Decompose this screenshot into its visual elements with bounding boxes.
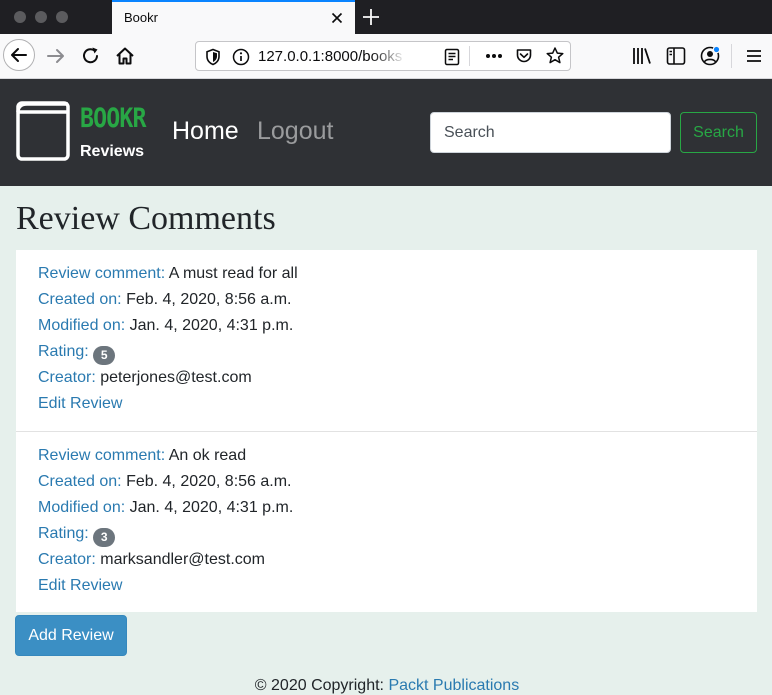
footer: © 2020 Copyright: Packt Publications [0,677,772,695]
sidebar-icon[interactable] [665,45,687,67]
review-list: Review comment: A must read for all Crea… [16,250,757,612]
edit-review-link[interactable]: Edit Review [38,395,122,412]
menu-icon[interactable] [743,45,765,67]
rating-badge: 5 [93,346,116,365]
reload-icon[interactable] [80,45,102,67]
review-created-label: Created on: [38,291,122,308]
review-comment-value: A must read for all [168,265,298,282]
review-comment-label: Review comment: [38,265,166,282]
library-icon[interactable] [631,45,653,67]
review-modified-value: Jan. 4, 2020, 4:31 p.m. [129,317,294,334]
review-rating-label: Rating: [38,343,89,360]
bookmark-star-icon[interactable] [545,46,565,66]
review-card: Review comment: A must read for all Crea… [16,250,757,431]
review-modified-row: Modified on: Jan. 4, 2020, 4:31 p.m. [38,317,735,343]
back-button[interactable] [3,39,35,71]
window-minimize-dot[interactable] [35,11,47,23]
url-bar[interactable]: 127.0.0.1:8000/books [195,41,571,71]
edit-review-link[interactable]: Edit Review [38,577,122,594]
info-icon[interactable] [232,48,250,66]
url-bar-divider [469,46,470,66]
review-comment-row: Review comment: A must read for all [38,265,735,291]
pocket-icon[interactable] [515,47,533,65]
browser-toolbar: 127.0.0.1:8000/books [0,34,772,79]
brand-name[interactable]: BOOKR [80,103,146,134]
page-title: Review Comments [16,200,276,237]
review-modified-row: Modified on: Jan. 4, 2020, 4:31 p.m. [38,499,735,525]
search-input[interactable] [430,112,671,153]
review-comment-row: Review comment: An ok read [38,447,735,473]
review-modified-value: Jan. 4, 2020, 4:31 p.m. [129,499,294,516]
review-comment-label: Review comment: [38,447,166,464]
add-review-button[interactable]: Add Review [15,615,127,656]
home-icon[interactable] [114,45,136,67]
account-icon[interactable] [699,45,721,67]
nav-home-link[interactable]: Home [172,117,239,146]
shield-icon[interactable] [205,48,221,66]
review-rating-row: Rating: 5 [38,343,735,369]
window-close-dot[interactable] [14,11,26,23]
rating-badge: 3 [93,528,116,547]
reader-view-icon[interactable] [444,48,460,66]
review-card: Review comment: An ok read Created on: F… [16,431,757,612]
toolbar-divider [731,44,732,68]
review-creator-label: Creator: [38,369,96,386]
browser-tab-bar: Bookr [0,0,772,34]
back-icon [11,48,27,62]
footer-copyright: © 2020 Copyright: [254,677,384,694]
book-logo-icon[interactable] [16,99,72,163]
review-modified-label: Modified on: [38,317,126,334]
review-creator-value: peterjones@test.com [100,369,252,386]
review-created-value: Feb. 4, 2020, 8:56 a.m. [126,473,292,490]
more-icon[interactable] [485,52,503,60]
review-created-row: Created on: Feb. 4, 2020, 8:56 a.m. [38,291,735,317]
new-tab-icon[interactable] [362,8,380,26]
nav-logout-link[interactable]: Logout [257,117,333,146]
window-zoom-dot[interactable] [56,11,68,23]
close-icon[interactable] [329,10,345,26]
review-created-row: Created on: Feb. 4, 2020, 8:56 a.m. [38,473,735,499]
site-header: BOOKR Reviews Home Logout Search [0,79,772,186]
review-creator-value: marksandler@test.com [100,551,265,568]
review-rating-row: Rating: 3 [38,525,735,551]
browser-tab[interactable]: Bookr [112,0,355,34]
forward-icon[interactable] [45,45,67,67]
review-created-value: Feb. 4, 2020, 8:56 a.m. [126,291,292,308]
tab-title: Bookr [124,10,158,25]
review-edit-row: Edit Review [38,395,735,421]
review-creator-label: Creator: [38,551,96,568]
url-fade [371,44,406,68]
review-created-label: Created on: [38,473,122,490]
review-comment-value: An ok read [168,447,247,464]
review-edit-row: Edit Review [38,577,735,603]
review-rating-label: Rating: [38,525,89,542]
review-creator-row: Creator: marksandler@test.com [38,551,735,577]
review-modified-label: Modified on: [38,499,126,516]
brand-subtitle: Reviews [80,143,145,160]
search-button[interactable]: Search [680,112,757,153]
footer-publisher-link[interactable]: Packt Publications [388,677,519,694]
review-creator-row: Creator: peterjones@test.com [38,369,735,395]
